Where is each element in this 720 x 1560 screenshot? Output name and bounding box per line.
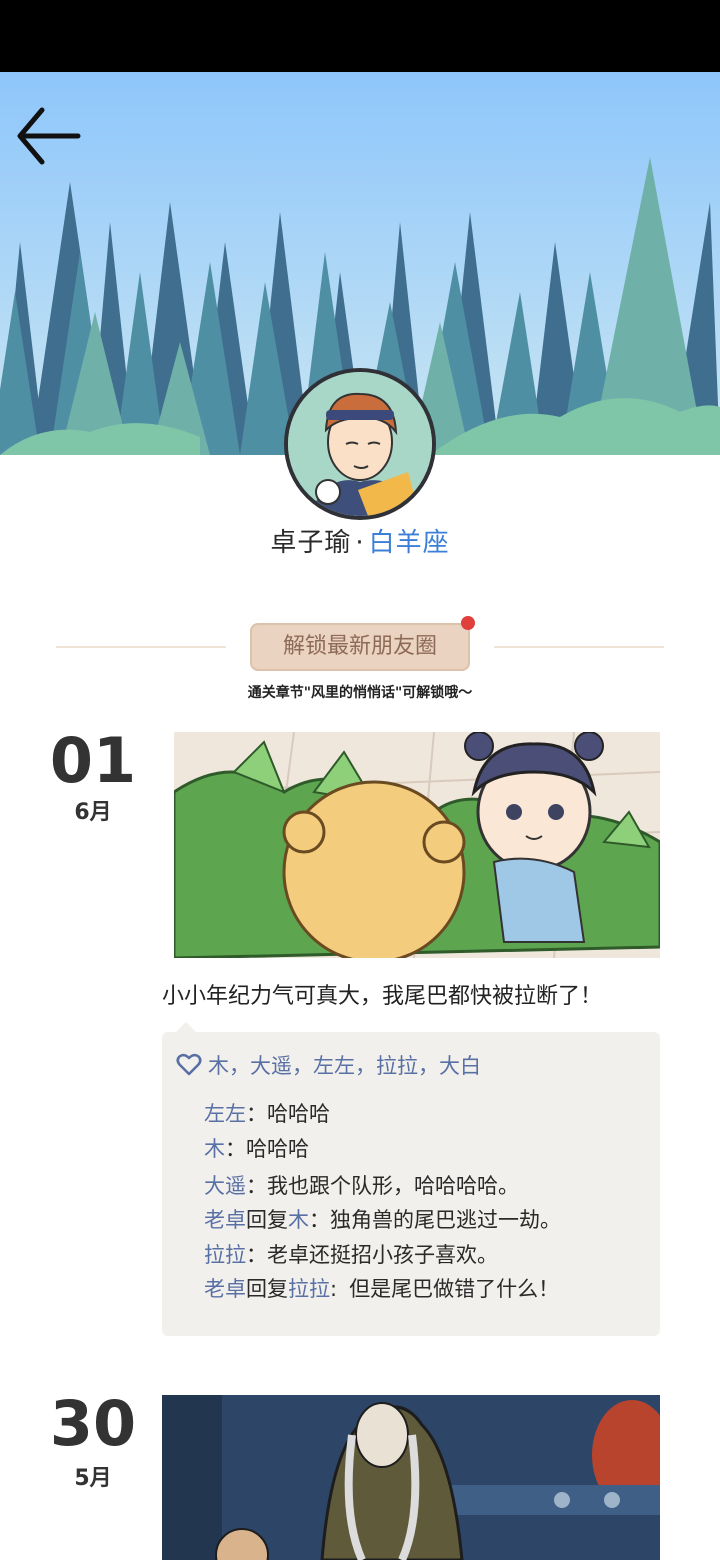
comment-reply-word: 回复 [246, 1208, 288, 1232]
user-name: 卓子瑜 [270, 528, 352, 558]
comment-reply-word: 回复 [246, 1277, 288, 1301]
divider-right [494, 646, 664, 648]
name-separator: · [355, 528, 365, 558]
post-day: 30 [49, 1387, 137, 1460]
post-image[interactable] [174, 732, 660, 958]
divider-left [56, 646, 226, 648]
comment-item[interactable]: 老卓回复木：独角兽的尾巴逃过一劫。 [204, 1204, 561, 1234]
comment-text: 但是尾巴做错了什么！ [349, 1277, 560, 1301]
likes-row: 木，大遥，左左，拉拉，大白 [176, 1050, 481, 1080]
post-day: 01 [49, 724, 137, 797]
zodiac-sign: 白羊座 [368, 528, 450, 558]
comment-user[interactable]: 大遥 [204, 1174, 246, 1198]
heart-outline-icon [176, 1053, 202, 1076]
comment-item[interactable]: 老卓回复拉拉: 但是尾巴做错了什么！ [204, 1273, 559, 1303]
back-arrow-icon [17, 107, 81, 165]
post-image[interactable] [162, 1395, 660, 1560]
avatar[interactable] [284, 368, 436, 520]
comment-item[interactable]: 大遥：我也跟个队形，哈哈哈哈。 [204, 1170, 519, 1200]
comment-user[interactable]: 老卓 [204, 1208, 246, 1232]
status-bar [0, 0, 720, 72]
comment-item[interactable]: 拉拉：老卓还挺招小孩子喜欢。 [204, 1239, 498, 1269]
notification-dot [461, 616, 475, 630]
comment-text: 我也跟个队形，哈哈哈哈。 [267, 1174, 519, 1198]
post-text: 小小年纪力气可真大，我尾巴都快被拉断了！ [162, 984, 603, 1009]
comment-reply-to[interactable]: 木 [288, 1208, 309, 1232]
comment-text: 老卓还挺招小孩子喜欢。 [267, 1243, 498, 1267]
comment-item[interactable]: 木：哈哈哈 [204, 1133, 309, 1163]
comment-sep: : [330, 1277, 338, 1301]
unlock-hint: 通关章节"风里的悄悄话"可解锁哦～ [247, 685, 473, 701]
post-month: 6月 [74, 800, 112, 825]
comment-user[interactable]: 左左 [204, 1102, 246, 1126]
back-button[interactable] [12, 100, 84, 172]
comment-user[interactable]: 老卓 [204, 1277, 246, 1301]
comment-sep: ： [246, 1102, 267, 1126]
comments-tail [176, 1022, 196, 1032]
profile-name: 卓子瑜 · 白羊座 [0, 522, 720, 559]
comment-text: 哈哈哈 [267, 1102, 330, 1126]
comment-sep: ： [225, 1137, 246, 1161]
comment-sep: ： [309, 1208, 330, 1232]
comment-sep: ： [246, 1174, 267, 1198]
comment-user[interactable]: 木 [204, 1137, 225, 1161]
comment-sep: ： [246, 1243, 267, 1267]
comment-user[interactable]: 拉拉 [204, 1243, 246, 1267]
post-month: 5月 [74, 1466, 112, 1491]
comment-reply-to[interactable]: 拉拉 [288, 1277, 330, 1301]
comment-item[interactable]: 左左：哈哈哈 [204, 1098, 330, 1128]
likes-names[interactable]: 木，大遥，左左，拉拉，大白 [208, 1050, 481, 1080]
unlock-moments-button[interactable]: 解锁最新朋友圈 [250, 623, 470, 671]
comment-text: 哈哈哈 [246, 1137, 309, 1161]
comment-text: 独角兽的尾巴逃过一劫。 [330, 1208, 561, 1232]
avatar-image [288, 372, 432, 516]
